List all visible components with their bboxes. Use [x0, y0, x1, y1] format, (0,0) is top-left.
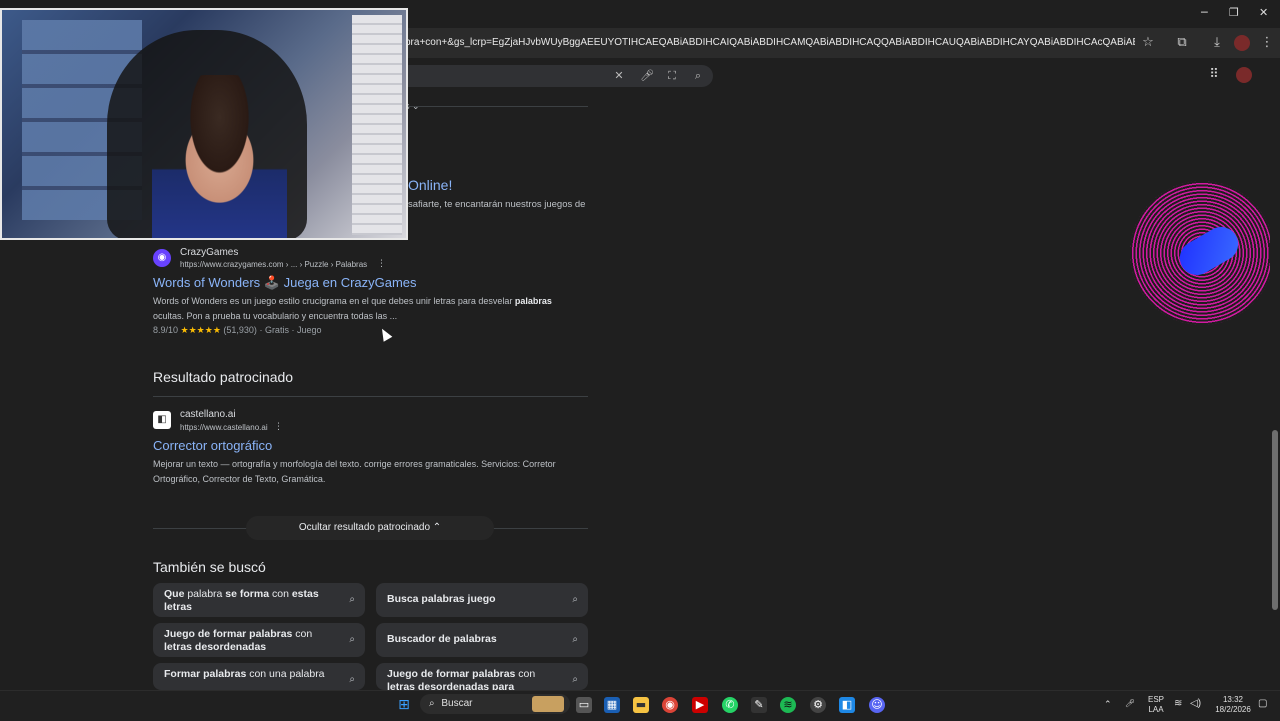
search-icon: ⌕ [572, 634, 578, 645]
related-search-text: con [515, 668, 536, 680]
whatsapp-icon[interactable]: ✆ [722, 697, 738, 713]
lens-search-icon[interactable]: ⛶ [665, 69, 679, 83]
related-search-text: Juego de formar palabras [164, 628, 293, 640]
webcam-window-blinds [352, 15, 402, 235]
search-icon: ⌕ [349, 674, 355, 685]
search-input[interactable]: ✕ 🎤︎ ⛶ ⌕ [405, 65, 713, 87]
webcam-person [152, 75, 287, 238]
related-search-chip[interactable]: Juego de formar palabras con letras deso… [376, 663, 588, 690]
related-search-chip[interactable]: Busca palabras juego ⌕ [376, 583, 588, 617]
webcam-overlay [0, 8, 408, 240]
notifications-icon[interactable]: ▢ [1258, 699, 1267, 709]
taskbar-search-icon: ⌕ [429, 698, 435, 709]
sponsored-menu-icon[interactable]: ⋮ [274, 422, 283, 432]
extensions-icon[interactable]: ⧉ [1174, 35, 1190, 51]
related-search-chip[interactable]: Formar palabras con una palabra ⌕ [153, 663, 365, 690]
spotify-icon[interactable]: ≋ [780, 697, 796, 713]
related-search-text: Buscador de palabras [387, 633, 497, 645]
related-search-text: con [269, 588, 292, 600]
related-search-text: palabra [184, 588, 226, 600]
related-search-text: Busca palabras juego [387, 593, 496, 605]
result-snippet-partial: safiarte, te encantarán nuestros juegos … [408, 199, 586, 210]
search-icon[interactable]: ⌕ [691, 69, 705, 83]
related-search-text: Que [164, 588, 185, 600]
microphone-tray-icon[interactable]: 🎤︎ [1125, 699, 1135, 709]
result-menu-icon[interactable]: ⋮ [377, 259, 386, 269]
chevron-up-icon: ⌃ [432, 522, 442, 533]
microsoft-store-icon[interactable]: ▦ [604, 697, 620, 713]
rating-stars: ★★★★★ [180, 325, 221, 335]
sponsored-title-link[interactable]: Corrector ortográfico [153, 438, 272, 453]
sponsored-snippet: Mejorar un texto — ortografía y morfolog… [153, 459, 556, 484]
profile-avatar-icon[interactable] [1234, 35, 1250, 51]
crazygames-favicon: ◉ [153, 249, 171, 267]
related-search-text: Formar palabras [164, 668, 247, 680]
windows-start-icon[interactable]: ⊞ [396, 697, 412, 713]
clear-search-icon[interactable]: ✕ [612, 69, 626, 83]
tray-chevron-up-icon[interactable]: ⌃ [1104, 699, 1112, 709]
sponsored-site-name[interactable]: castellano.ai [180, 409, 236, 420]
result-title-link[interactable]: Words of Wonders 🕹️ Juega en CrazyGames [153, 275, 417, 291]
search-icon: ⌕ [572, 594, 578, 605]
search-highlight-icon[interactable] [532, 696, 564, 712]
related-search-text: se forma [225, 588, 270, 600]
result-snippet: Words of Wonders es un juego estilo cruc… [153, 296, 552, 321]
file-explorer-icon[interactable]: ▬ [633, 697, 649, 713]
account-avatar-icon[interactable] [1236, 67, 1252, 83]
url-text[interactable]: bra+con+&gs_lcrp=EgZjaHJvbWUyBggAEEUYOTI… [405, 37, 1135, 48]
search-icon: ⌕ [572, 674, 578, 685]
scrollbar-thumb[interactable] [1272, 430, 1278, 610]
apps-grid-icon[interactable]: ⠿ [1206, 67, 1222, 83]
minimize-icon[interactable]: ─ [1201, 6, 1208, 19]
related-search-chip[interactable]: Que palabra se forma con estas letras ⌕ [153, 583, 365, 617]
result-title-partial[interactable]: Online! [408, 177, 452, 193]
search-icon: ⌕ [349, 594, 355, 605]
divider [153, 396, 588, 397]
result-site-name[interactable]: CrazyGames [180, 247, 238, 258]
result-rating: 8.9/10 ★★★★★ (51,930) · Gratis · Juego [153, 325, 322, 335]
related-search-text: letras desordenadas [164, 641, 267, 653]
related-search-text: con una palabra [246, 668, 325, 680]
chrome-icon[interactable]: ◉ [662, 697, 678, 713]
castellano-favicon: ◧ [153, 411, 171, 429]
volume-icon[interactable]: ◁) [1190, 699, 1201, 709]
result-url[interactable]: https://www.crazygames.com › ... › Puzzl… [180, 260, 367, 269]
sponsored-heading: Resultado patrocinado [153, 369, 294, 385]
download-icon[interactable]: ⤓ [1209, 35, 1225, 51]
browser-menu-icon[interactable]: ⋮ [1259, 35, 1275, 51]
voice-search-icon[interactable]: 🎤︎ [640, 69, 654, 83]
clock[interactable]: 13:32 18/2/2026 [1212, 695, 1254, 715]
close-icon[interactable]: ✕ [1259, 6, 1268, 19]
search-icon: ⌕ [349, 634, 355, 645]
related-search-chip[interactable]: Juego de formar palabras con letras deso… [153, 623, 365, 657]
vscode-icon[interactable]: ◧ [839, 697, 855, 713]
language-indicator[interactable]: ESP LAA [1146, 695, 1166, 715]
related-search-text: Juego de formar palabras [387, 668, 516, 680]
also-searched-heading: También se buscó [153, 559, 266, 575]
related-search-text: letras desordenadas para [387, 681, 515, 690]
discord-icon[interactable]: ☺ [869, 697, 885, 713]
hide-sponsored-button[interactable]: Ocultar resultado patrocinado ⌃ [246, 516, 494, 540]
wifi-icon[interactable]: ≋ [1174, 699, 1182, 709]
notes-app-icon[interactable]: ✎ [751, 697, 767, 713]
related-search-chip[interactable]: Buscador de palabras ⌕ [376, 623, 588, 657]
steam-icon[interactable]: ⚙ [810, 697, 826, 713]
bookmark-star-icon[interactable]: ☆ [1140, 35, 1156, 51]
sponsored-url[interactable]: https://www.castellano.ai [180, 423, 268, 432]
video-app-icon[interactable]: ▶ [692, 697, 708, 713]
task-view-icon[interactable]: ▭ [576, 697, 592, 713]
restore-icon[interactable]: ❐ [1229, 6, 1239, 19]
related-search-text: con [292, 628, 313, 640]
